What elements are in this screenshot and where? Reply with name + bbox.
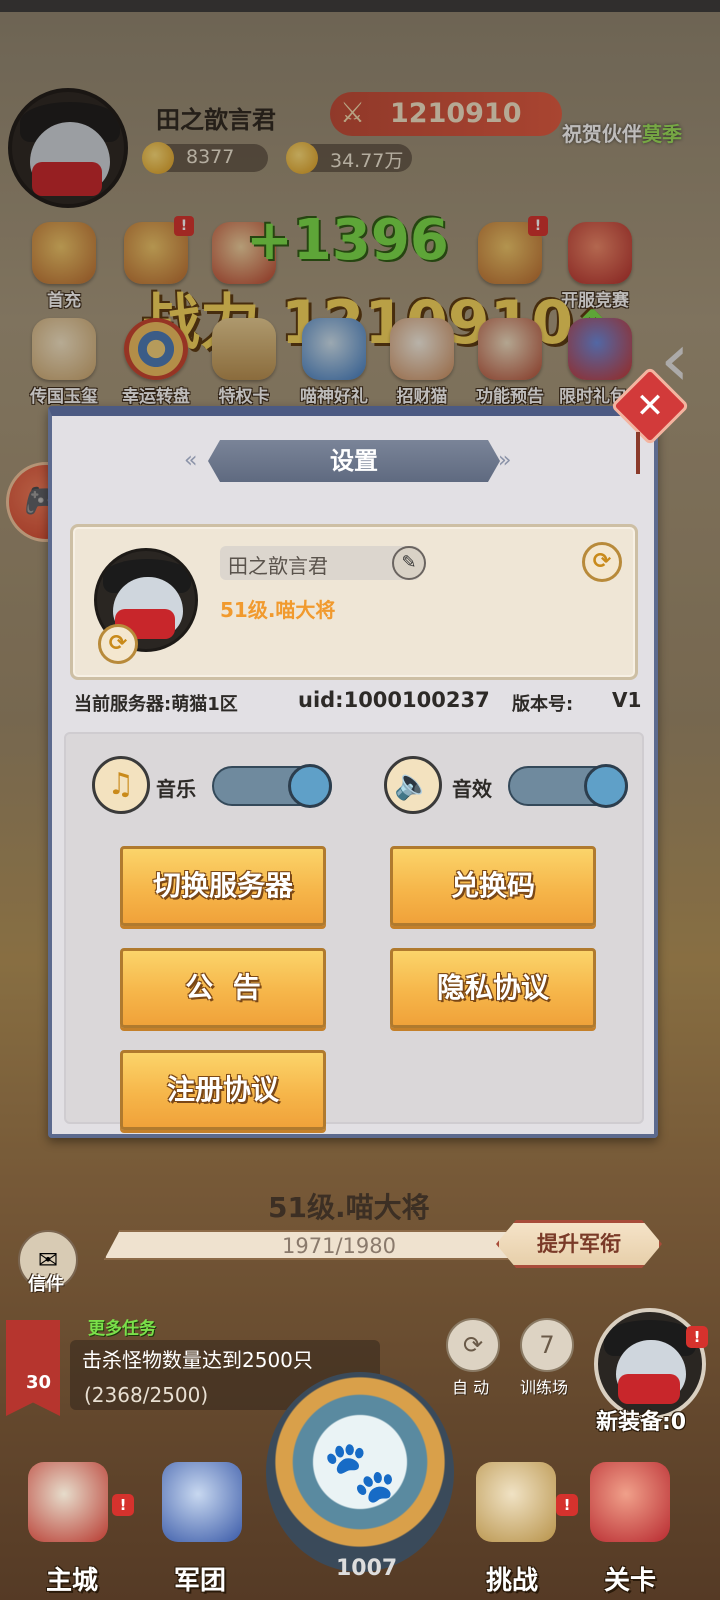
mail-label: 信件 — [28, 1274, 64, 1295]
sfx-label: 音效 — [452, 777, 492, 801]
alert-badge: ! — [556, 1494, 578, 1516]
register-agreement-button[interactable]: 注册协议 — [120, 1050, 326, 1130]
alert-badge: ! — [112, 1494, 134, 1516]
dialog-title: 设置 — [330, 447, 378, 475]
task-text: 击杀怪物数量达到2500只 — [82, 1348, 313, 1372]
challenge-icon[interactable] — [476, 1462, 556, 1542]
redeem-code-button[interactable]: 兑换码 — [390, 846, 596, 926]
more-tasks-link[interactable]: 更多任务 — [88, 1314, 156, 1339]
uid-text: uid:1000100237 — [298, 688, 490, 712]
training-ground-button[interactable]: 7 — [520, 1318, 574, 1372]
title-ornament-right: » — [498, 448, 512, 473]
switch-server-button[interactable]: 切换服务器 — [120, 846, 326, 926]
edit-name-icon[interactable]: ✎ — [392, 546, 426, 580]
nav-stage[interactable]: 关卡 — [604, 1560, 656, 1597]
stage-flag-icon[interactable] — [590, 1462, 670, 1542]
dialog-title-bar: 设置 — [208, 440, 500, 482]
nav-main-city[interactable]: 主城 — [46, 1560, 98, 1597]
close-icon: ✕ — [635, 386, 665, 426]
nav-legion[interactable]: 军团 — [174, 1560, 226, 1597]
server-label: 当前服务器: — [74, 694, 172, 715]
rank-up-button[interactable]: 提升军衔 — [496, 1220, 662, 1268]
auto-refresh-icon[interactable]: ⟳ — [446, 1318, 500, 1372]
sfx-toggle[interactable] — [508, 764, 628, 808]
toggle-knob — [288, 764, 332, 808]
server-info: 当前服务器:萌猫1区 — [74, 690, 238, 716]
task-level: 30 — [26, 1372, 52, 1393]
music-note-icon: ♫ — [92, 756, 150, 814]
profile-name: 田之歆言君 — [228, 554, 328, 578]
main-city-icon[interactable] — [28, 1462, 108, 1542]
auto-label: 自 动 — [452, 1378, 490, 1397]
player-level: 51级.喵大将 — [220, 598, 336, 622]
version-value: V1 — [612, 688, 642, 712]
privacy-button[interactable]: 隐私协议 — [390, 948, 596, 1028]
alert-badge: ! — [686, 1326, 708, 1348]
change-avatar-icon[interactable]: ⟳ — [98, 624, 138, 664]
name-field: 田之歆言君 — [220, 546, 420, 580]
rank-up-label: 提升军衔 — [537, 1232, 621, 1256]
task-progress: (2368/2500) — [84, 1383, 209, 1407]
paw-button[interactable]: 🐾 — [266, 1372, 454, 1572]
switch-account-icon[interactable]: ⟳ — [582, 542, 622, 582]
server-value: 萌猫1区 — [171, 694, 238, 715]
center-value: 1007 — [336, 1556, 398, 1581]
toggle-knob — [584, 764, 628, 808]
music-label: 音乐 — [156, 777, 196, 801]
training-count: 7 — [539, 1331, 555, 1359]
nav-challenge[interactable]: 挑战 — [486, 1560, 538, 1597]
title-ornament-left: « — [184, 448, 198, 473]
new-gear-label: 新装备:0 — [596, 1410, 687, 1435]
music-toggle[interactable] — [212, 764, 332, 808]
tassel-decoration — [636, 432, 640, 474]
legion-icon[interactable] — [162, 1462, 242, 1542]
notice-button[interactable]: 公 告 — [120, 948, 326, 1028]
task-flag — [6, 1320, 60, 1416]
version-label: 版本号: — [512, 694, 574, 715]
training-label: 训练场 — [520, 1378, 569, 1397]
avatar-scarf — [618, 1374, 680, 1404]
paw-icon: 🐾 — [322, 1437, 398, 1507]
speaker-icon: 🔈 — [384, 756, 442, 814]
rank-title: 51级.喵大将 — [268, 1191, 430, 1224]
